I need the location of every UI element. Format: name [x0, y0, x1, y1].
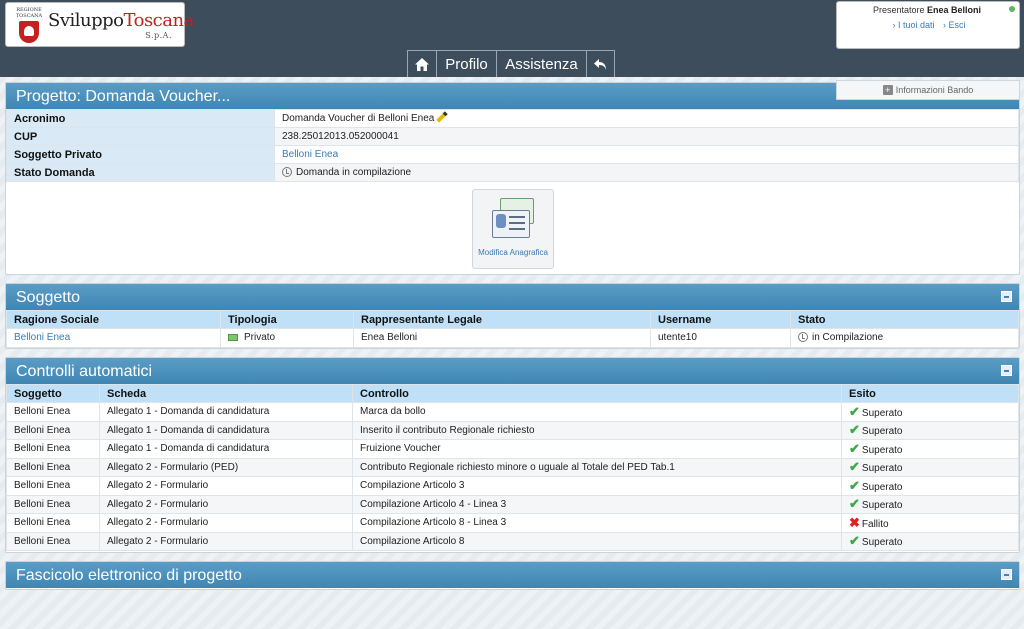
collapse-icon[interactable]	[1001, 569, 1012, 580]
nav-profilo[interactable]: Profilo	[436, 50, 497, 77]
soggetto-table: Ragione Sociale Tipologia Rappresentante…	[6, 310, 1019, 348]
table-row: Belloni Enea Allegato 1 - Domanda di cand…	[6, 402, 1019, 422]
fascicolo-panel: Fascicolo elettronico di progetto	[5, 561, 1020, 590]
table-row: Belloni Enea Allegato 2 - Formulario Compi…	[6, 476, 1019, 496]
table-row: Belloni Enea Allegato 1 - Domanda di cand…	[6, 420, 1019, 440]
presenter-line: Presentatore Enea Belloni	[872, 5, 982, 15]
soggetto-privato-link[interactable]: Belloni Enea	[282, 149, 338, 160]
field-stato-domanda: Stato Domanda Domanda in compilazione	[6, 163, 1019, 182]
back-button[interactable]	[586, 50, 615, 77]
controlli-panel: Controlli automatici Soggetto Scheda Con…	[5, 357, 1020, 553]
field-soggetto-privato: Soggetto Privato Belloni Enea	[6, 145, 1019, 164]
edit-pencil-icon[interactable]	[436, 111, 448, 123]
clock-icon	[798, 332, 808, 343]
check-icon: ✔	[849, 496, 860, 512]
nav-assistenza[interactable]: Assistenza	[496, 50, 587, 77]
modifica-anagrafica-button[interactable]: Modifica Anagrafica	[472, 189, 554, 269]
home-icon	[415, 57, 429, 71]
table-row: Belloni Enea Privato Enea Belloni utente…	[6, 328, 1019, 348]
table-row: Belloni Enea Allegato 2 - Formulario (PED…	[6, 457, 1019, 477]
check-icon: ✔	[849, 477, 860, 493]
online-status-icon	[1009, 6, 1015, 12]
back-arrow-icon	[594, 58, 606, 70]
brand-suffix: S.p.A.	[145, 31, 172, 40]
ragione-sociale-link[interactable]: Belloni Enea	[14, 332, 70, 343]
top-header: REGIONE TOSCANA SviluppoToscana S.p.A. P…	[0, 0, 1024, 77]
privato-flag-icon	[228, 334, 238, 342]
field-cup: CUP 238.25012013.052000041	[6, 127, 1019, 146]
user-box: Presentatore Enea Belloni › I tuoi dati …	[836, 1, 1020, 49]
plus-icon: +	[882, 85, 893, 95]
fascicolo-title: Fascicolo elettronico di progetto	[6, 562, 1019, 588]
controlli-table: Soggetto Scheda Controllo Esito Belloni …	[6, 384, 1019, 551]
check-icon: ✔	[849, 459, 860, 475]
cross-icon: ✖	[849, 514, 860, 530]
sviluppo-toscana-logo[interactable]: REGIONE TOSCANA SviluppoToscana S.p.A.	[5, 2, 194, 47]
controlli-title: Controlli automatici	[6, 358, 1019, 384]
table-row: Belloni Enea Allegato 2 - Formulario Compi…	[6, 494, 1019, 514]
soggetto-panel: Soggetto Ragione Sociale Tipologia Rappr…	[5, 283, 1020, 349]
my-data-link[interactable]: › I tuoi dati	[892, 20, 934, 30]
regione-toscana-seal: REGIONE TOSCANA	[13, 7, 45, 45]
check-icon: ✔	[849, 533, 860, 549]
table-row: Belloni Enea Allegato 2 - Formulario Compi…	[6, 513, 1019, 533]
check-icon: ✔	[849, 440, 860, 456]
field-acronimo: Acronimo Domanda Voucher di Belloni Enea	[6, 109, 1019, 128]
soggetto-title: Soggetto	[6, 284, 1019, 310]
progetto-details: Acronimo Domanda Voucher di Belloni Enea…	[6, 109, 1019, 182]
collapse-icon[interactable]	[1001, 291, 1012, 302]
progetto-panel: Progetto: Domanda Voucher... Acronimo Do…	[5, 82, 1020, 275]
info-bando-button[interactable]: + Informazioni Bando	[836, 80, 1020, 100]
main-nav: Profilo Assistenza	[407, 50, 615, 77]
logout-link[interactable]: › Esci	[943, 20, 966, 30]
home-button[interactable]	[407, 50, 437, 77]
table-row: Belloni Enea Allegato 1 - Domanda di cand…	[6, 439, 1019, 459]
brand-name: SviluppoToscana	[48, 10, 194, 31]
shield-icon	[19, 21, 39, 43]
check-icon: ✔	[849, 403, 860, 419]
table-row: Belloni Enea Allegato 2 - Formulario Compi…	[6, 531, 1019, 551]
id-card-icon	[490, 198, 538, 240]
check-icon: ✔	[849, 422, 860, 438]
clock-icon	[282, 167, 292, 177]
table-header: Soggetto Scheda Controllo Esito	[6, 384, 1019, 403]
table-header: Ragione Sociale Tipologia Rappresentante…	[6, 310, 1019, 329]
collapse-icon[interactable]	[1001, 365, 1012, 376]
user-name: Enea Belloni	[927, 5, 982, 15]
